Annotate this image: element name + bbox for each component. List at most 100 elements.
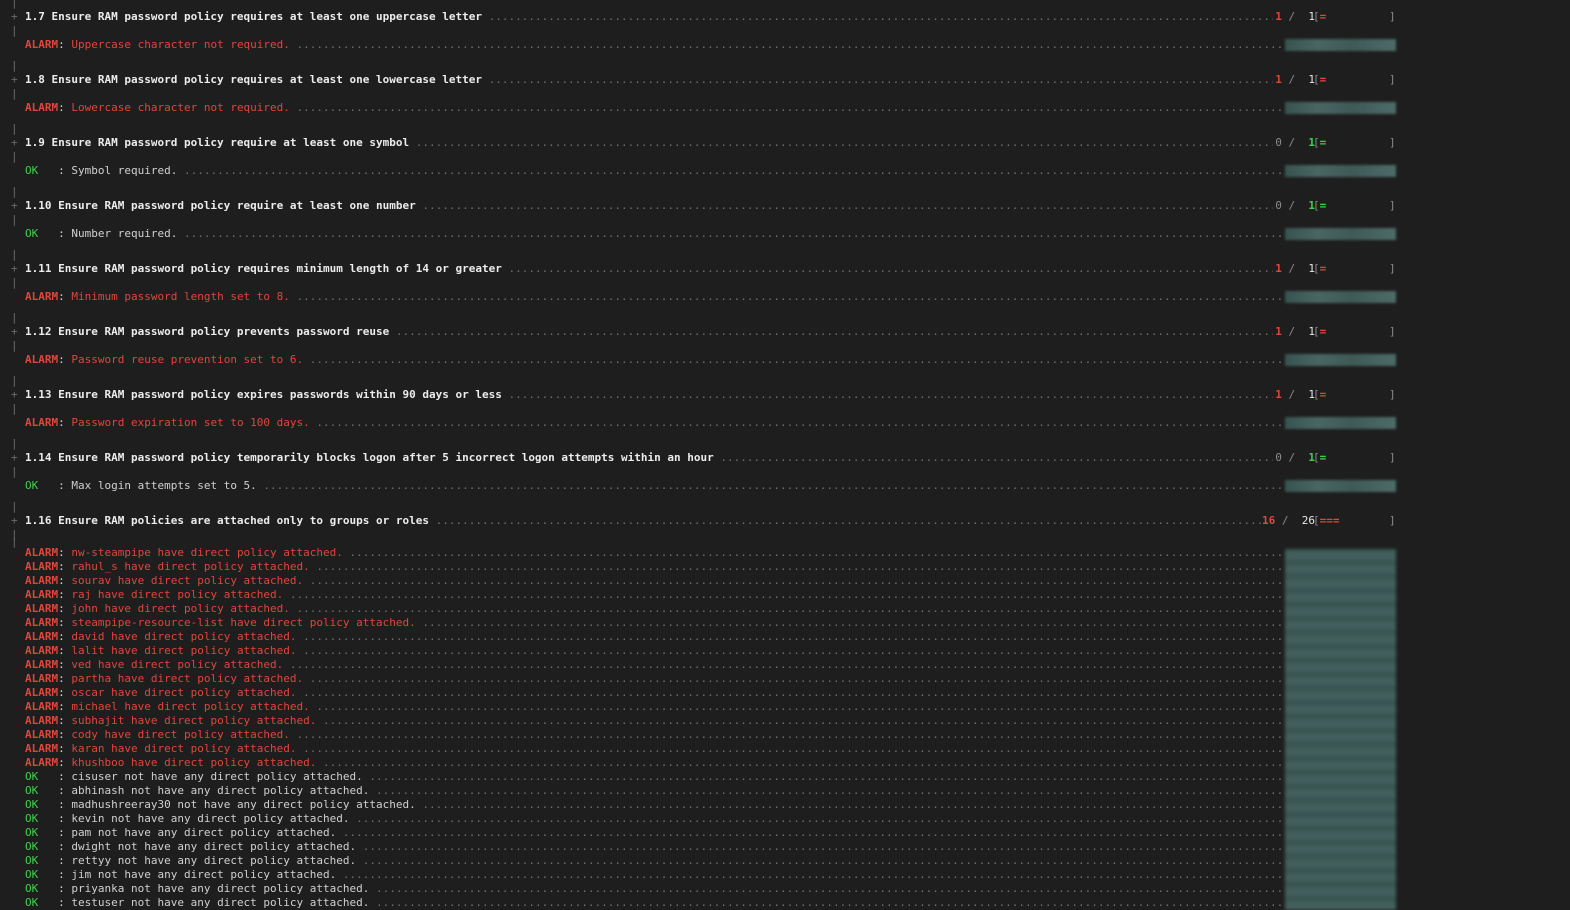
control-title[interactable]: 1.11 Ensure RAM password policy requires…	[25, 262, 502, 275]
leader-dots: ........................................…	[362, 854, 1283, 867]
alarm-count: 1	[1275, 325, 1282, 338]
result-status: ALARM	[25, 672, 59, 685]
control-header: +1.13 Ensure RAM password policy expires…	[0, 388, 1570, 402]
result-status: ALARM	[25, 546, 59, 559]
result-text: ALARM: ved have direct policy attached. …	[25, 658, 1283, 672]
leader-dots: ........................................…	[415, 136, 1273, 149]
control-counts: 1 / 1	[1200, 73, 1315, 87]
result-text: OK : madhushreeray30 not have any direct…	[25, 798, 1283, 812]
leader-dots: ........................................…	[323, 756, 1283, 769]
alarm-count: 1	[1275, 10, 1282, 23]
control-title[interactable]: 1.12 Ensure RAM password policy prevents…	[25, 325, 389, 338]
result-reason: kevin not have any direct policy attache…	[71, 812, 350, 825]
control-header: +1.7 Ensure RAM password policy requires…	[0, 10, 1570, 24]
leader-dots: ........................................…	[303, 644, 1283, 657]
leader-dots: ........................................…	[303, 630, 1283, 643]
leader-dots: ........................................…	[508, 262, 1273, 275]
result-status: ALARM	[25, 686, 59, 699]
progress-bar: [=]	[1313, 262, 1396, 275]
result-text: ALARM: oscar have direct policy attached…	[25, 686, 1283, 700]
result-text: OK : Symbol required. ..................…	[25, 164, 1283, 178]
result-reason: partha have direct policy attached.	[71, 672, 304, 685]
result-text: ALARM: Password expiration set to 100 da…	[25, 416, 1283, 430]
expand-icon[interactable]: +	[11, 451, 18, 465]
result-text: ALARM: karan have direct policy attached…	[25, 742, 1283, 756]
progress-bar-end: ]	[1389, 325, 1396, 338]
result-status: OK	[25, 784, 39, 797]
control-title[interactable]: 1.7 Ensure RAM password policy requires …	[25, 10, 482, 23]
progress-bar: [=]	[1313, 136, 1396, 149]
result-status: ALARM	[25, 574, 59, 587]
control-title[interactable]: 1.14 Ensure RAM password policy temporar…	[25, 451, 714, 464]
result-reason: jim not have any direct policy attached.	[71, 868, 337, 881]
expand-icon[interactable]: +	[11, 388, 18, 402]
alarm-count: 0	[1275, 199, 1282, 212]
leader-dots: ........................................…	[488, 10, 1273, 23]
result-reason: abhinash not have any direct policy atta…	[71, 784, 370, 797]
control-title[interactable]: 1.8 Ensure RAM password policy requires …	[25, 73, 482, 86]
expand-icon[interactable]: +	[11, 325, 18, 339]
progress-bar: [===]	[1313, 514, 1396, 527]
progress-bar-end: ]	[1389, 136, 1396, 149]
progress-bar: [=]	[1313, 325, 1396, 338]
progress-bar-end: ]	[1389, 388, 1396, 401]
progress-bar-fill: =	[1319, 10, 1327, 23]
expand-icon[interactable]: +	[11, 136, 18, 150]
result-text: ALARM: raj have direct policy attached. …	[25, 588, 1283, 602]
control-title-row: 1.12 Ensure RAM password policy prevents…	[25, 325, 1273, 339]
leader-dots: ........................................…	[303, 686, 1283, 699]
result-reason: raj have direct policy attached.	[71, 588, 284, 601]
result-status: ALARM	[25, 588, 59, 601]
expand-icon[interactable]: +	[11, 73, 18, 87]
leader-dots: ........................................…	[376, 882, 1283, 895]
tree-pipe: |	[11, 248, 18, 261]
leader-dots: ........................................…	[376, 896, 1283, 909]
leader-dots: ........................................…	[349, 546, 1283, 559]
progress-bar-fill: ===	[1319, 514, 1340, 527]
control-header: +1.14 Ensure RAM password policy tempora…	[0, 451, 1570, 465]
count-separator: /	[1288, 10, 1296, 23]
tree-connector: |	[0, 87, 1570, 101]
control-counts: 1 / 1	[1200, 262, 1315, 276]
result-status: OK	[25, 840, 39, 853]
leader-dots: ........................................…	[362, 840, 1283, 853]
result-status: OK	[25, 896, 39, 909]
result-row: ALARM: Uppercase character not required.…	[0, 38, 1570, 52]
result-reason: Symbol required.	[71, 164, 178, 177]
tree-pipe: |	[11, 87, 18, 100]
expand-icon[interactable]: +	[11, 514, 18, 528]
control-title-row: 1.13 Ensure RAM password policy expires …	[25, 388, 1273, 402]
result-status: OK	[25, 854, 39, 867]
progress-bar-end: ]	[1389, 262, 1396, 275]
expand-icon[interactable]: +	[11, 262, 18, 276]
leader-dots: ........................................…	[508, 388, 1273, 401]
tree-pipe: |	[11, 59, 18, 72]
result-row: OK : Number required. ..................…	[0, 227, 1570, 241]
control-title-row: 1.7 Ensure RAM password policy requires …	[25, 10, 1273, 24]
progress-bar: [=]	[1313, 73, 1396, 86]
control-counts: 1 / 1	[1200, 388, 1315, 402]
count-separator: /	[1288, 73, 1296, 86]
result-reason: ved have direct policy attached.	[71, 658, 284, 671]
tree-connector: |	[0, 276, 1570, 290]
result-status: ALARM	[25, 728, 59, 741]
alarm-count: 0	[1275, 136, 1282, 149]
expand-icon[interactable]: +	[11, 199, 18, 213]
progress-bar-fill: =	[1319, 388, 1327, 401]
result-reason: Password reuse prevention set to 6.	[71, 353, 304, 366]
control-title[interactable]: 1.9 Ensure RAM password policy require a…	[25, 136, 409, 149]
control-title[interactable]: 1.16 Ensure RAM policies are attached on…	[25, 514, 429, 527]
result-text: ALARM: cody have direct policy attached.…	[25, 728, 1283, 742]
expand-icon[interactable]: +	[11, 10, 18, 24]
control-title[interactable]: 1.13 Ensure RAM password policy expires …	[25, 388, 502, 401]
result-reason: cody have direct policy attached.	[71, 728, 290, 741]
result-text: ALARM: sourav have direct policy attache…	[25, 574, 1283, 588]
control-title[interactable]: 1.10 Ensure RAM password policy require …	[25, 199, 416, 212]
progress-bar-fill: =	[1319, 262, 1327, 275]
tree-pipe: |	[11, 0, 18, 9]
result-reason: pam not have any direct policy attached.	[71, 826, 337, 839]
tree-connector: |	[0, 0, 1570, 10]
leader-dots: ........................................…	[342, 868, 1283, 881]
result-row: ALARM: Minimum password length set to 8.…	[0, 290, 1570, 304]
result-text: ALARM: lalit have direct policy attached…	[25, 644, 1283, 658]
